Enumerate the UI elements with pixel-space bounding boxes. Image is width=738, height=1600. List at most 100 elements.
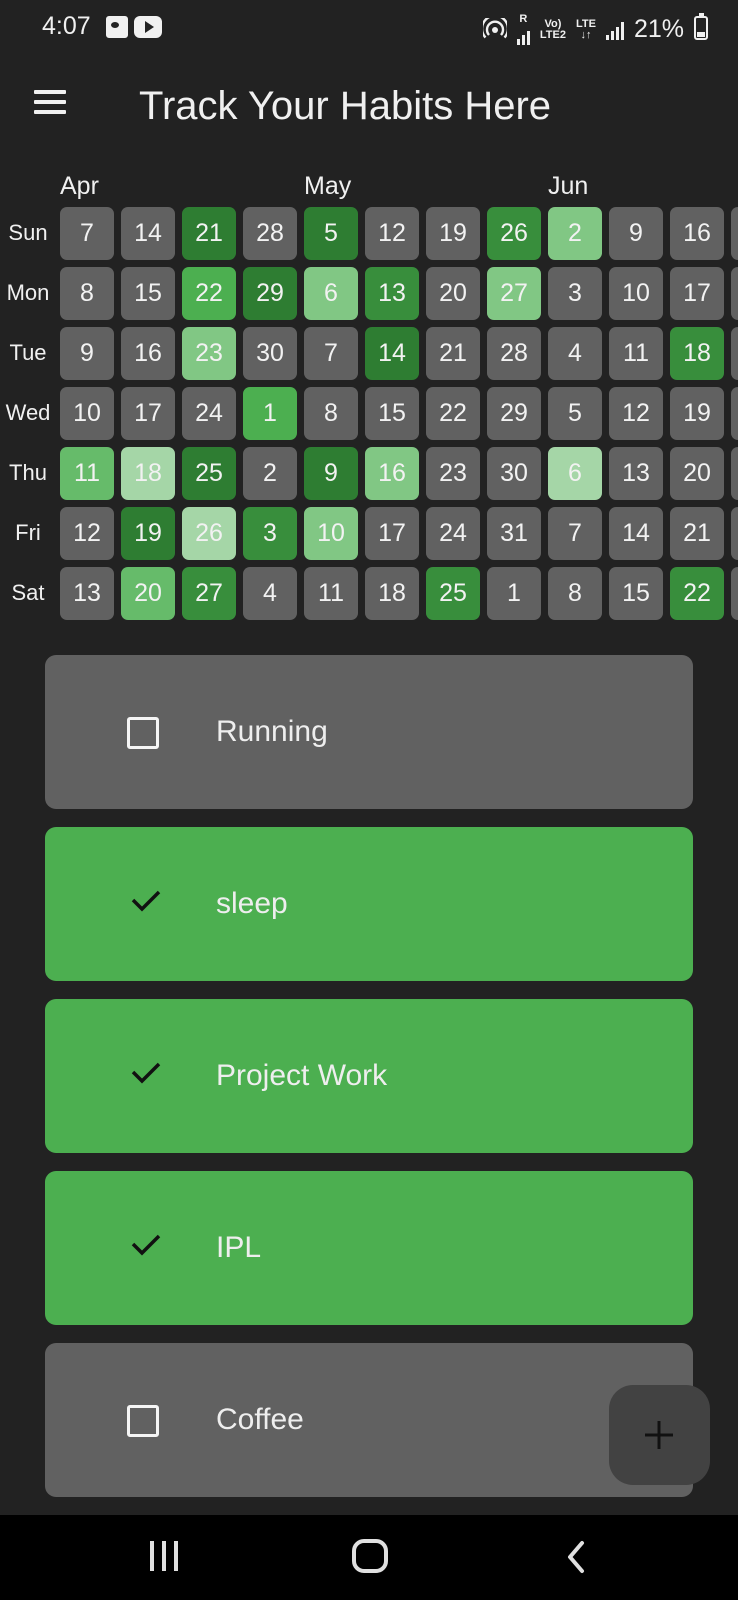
checkmark-icon[interactable] [129, 883, 163, 917]
heatmap-day-cell[interactable]: 8 [60, 267, 114, 320]
heatmap-day-cell[interactable]: 12 [365, 207, 419, 260]
heatmap-day-cell[interactable]: 10 [60, 387, 114, 440]
heatmap-day-cell[interactable]: 16 [121, 327, 175, 380]
add-habit-button[interactable] [609, 1385, 710, 1485]
heatmap-day-cell[interactable]: 28 [243, 207, 297, 260]
heatmap-day-cell[interactable]: 6 [548, 447, 602, 500]
back-icon[interactable] [562, 1537, 592, 1577]
heatmap-day-cell[interactable]: 14 [609, 507, 663, 560]
heatmap-day-cell[interactable]: 3 [548, 267, 602, 320]
heatmap-day-cell[interactable]: 26 [182, 507, 236, 560]
heatmap-day-cell[interactable] [731, 387, 738, 440]
heatmap-day-cell[interactable]: 25 [182, 447, 236, 500]
habit-card[interactable]: Running [45, 655, 693, 809]
heatmap-day-cell[interactable]: 30 [487, 447, 541, 500]
heatmap-day-cell[interactable]: 13 [60, 567, 114, 620]
heatmap-day-cell[interactable]: 20 [670, 447, 724, 500]
heatmap-day-cell[interactable]: 2 [548, 207, 602, 260]
heatmap-day-cell[interactable]: 29 [487, 387, 541, 440]
recent-apps-icon[interactable] [148, 1541, 182, 1571]
heatmap-day-cell[interactable]: 12 [609, 387, 663, 440]
heatmap-day-cell[interactable]: 16 [670, 207, 724, 260]
heatmap-day-cell[interactable]: 1 [243, 387, 297, 440]
heatmap-day-cell[interactable]: 11 [304, 567, 358, 620]
heatmap-day-cell[interactable]: 3 [243, 507, 297, 560]
heatmap-day-cell[interactable]: 16 [365, 447, 419, 500]
heatmap-day-cell[interactable]: 18 [670, 327, 724, 380]
heatmap-day-cell[interactable]: 17 [365, 507, 419, 560]
checkbox[interactable] [127, 717, 159, 749]
heatmap-day-cell[interactable] [731, 507, 738, 560]
heatmap-day-cell[interactable]: 5 [304, 207, 358, 260]
heatmap-day-cell[interactable]: 11 [609, 327, 663, 380]
heatmap-day-cell[interactable]: 23 [182, 327, 236, 380]
heatmap-day-cell[interactable]: 7 [548, 507, 602, 560]
habit-card[interactable]: Coffee [45, 1343, 693, 1497]
heatmap-day-cell[interactable]: 15 [365, 387, 419, 440]
checkbox[interactable] [127, 1405, 159, 1437]
heatmap-day-cell[interactable] [731, 447, 738, 500]
heatmap-day-cell[interactable]: 9 [60, 327, 114, 380]
heatmap-day-cell[interactable]: 15 [609, 567, 663, 620]
heatmap-day-cell[interactable]: 26 [487, 207, 541, 260]
heatmap-day-cell[interactable]: 11 [60, 447, 114, 500]
heatmap-day-cell[interactable]: 24 [426, 507, 480, 560]
heatmap-day-cell[interactable]: 21 [182, 207, 236, 260]
heatmap-day-cell[interactable]: 9 [304, 447, 358, 500]
heatmap-day-cell[interactable]: 14 [121, 207, 175, 260]
heatmap-day-cell[interactable]: 21 [426, 327, 480, 380]
heatmap-day-cell[interactable]: 21 [670, 507, 724, 560]
heatmap-day-cell[interactable]: 13 [365, 267, 419, 320]
heatmap-day-cell[interactable] [731, 207, 738, 260]
heatmap-day-cell[interactable]: 12 [60, 507, 114, 560]
heatmap-day-cell[interactable]: 2 [243, 447, 297, 500]
heatmap-day-cell[interactable]: 5 [548, 387, 602, 440]
heatmap-day-cell[interactable]: 31 [487, 507, 541, 560]
heatmap-day-cell[interactable]: 22 [182, 267, 236, 320]
habit-card[interactable]: Project Work [45, 999, 693, 1153]
heatmap-day-cell[interactable]: 15 [121, 267, 175, 320]
heatmap-day-cell[interactable]: 17 [121, 387, 175, 440]
heatmap-day-cell[interactable]: 13 [609, 447, 663, 500]
heatmap-day-cell[interactable]: 24 [182, 387, 236, 440]
heatmap-day-cell[interactable]: 7 [304, 327, 358, 380]
heatmap-day-cell[interactable]: 25 [426, 567, 480, 620]
roaming-label: R [519, 13, 528, 25]
heatmap-day-cell[interactable]: 6 [304, 267, 358, 320]
heatmap-day-cell[interactable]: 27 [182, 567, 236, 620]
habit-card[interactable]: IPL [45, 1171, 693, 1325]
heatmap-day-cell[interactable]: 22 [426, 387, 480, 440]
home-icon[interactable] [352, 1539, 388, 1573]
heatmap-day-cell[interactable]: 4 [243, 567, 297, 620]
heatmap-day-cell[interactable]: 19 [121, 507, 175, 560]
heatmap-day-cell[interactable]: 18 [121, 447, 175, 500]
heatmap-day-cell[interactable]: 18 [365, 567, 419, 620]
habit-card[interactable]: sleep [45, 827, 693, 981]
heatmap-day-cell[interactable]: 29 [243, 267, 297, 320]
checkmark-icon[interactable] [129, 1055, 163, 1089]
heatmap-day-cell[interactable]: 1 [487, 567, 541, 620]
heatmap-day-cell[interactable]: 22 [670, 567, 724, 620]
menu-button[interactable] [30, 90, 70, 124]
heatmap-day-cell[interactable] [731, 327, 738, 380]
heatmap-day-cell[interactable]: 23 [426, 447, 480, 500]
heatmap-day-cell[interactable]: 20 [426, 267, 480, 320]
checkmark-icon[interactable] [129, 1227, 163, 1261]
heatmap-day-cell[interactable]: 4 [548, 327, 602, 380]
heatmap-day-cell[interactable]: 14 [365, 327, 419, 380]
heatmap-day-cell[interactable]: 28 [487, 327, 541, 380]
heatmap-day-cell[interactable]: 10 [304, 507, 358, 560]
heatmap-day-cell[interactable]: 10 [609, 267, 663, 320]
heatmap-day-cell[interactable]: 30 [243, 327, 297, 380]
heatmap-day-cell[interactable]: 8 [304, 387, 358, 440]
heatmap-day-cell[interactable] [731, 567, 738, 620]
heatmap-day-cell[interactable]: 27 [487, 267, 541, 320]
heatmap-day-cell[interactable]: 7 [60, 207, 114, 260]
heatmap-day-cell[interactable]: 19 [426, 207, 480, 260]
heatmap-day-cell[interactable]: 8 [548, 567, 602, 620]
heatmap-day-cell[interactable]: 17 [670, 267, 724, 320]
heatmap-day-cell[interactable]: 9 [609, 207, 663, 260]
heatmap-day-cell[interactable] [731, 267, 738, 320]
heatmap-day-cell[interactable]: 19 [670, 387, 724, 440]
heatmap-day-cell[interactable]: 20 [121, 567, 175, 620]
